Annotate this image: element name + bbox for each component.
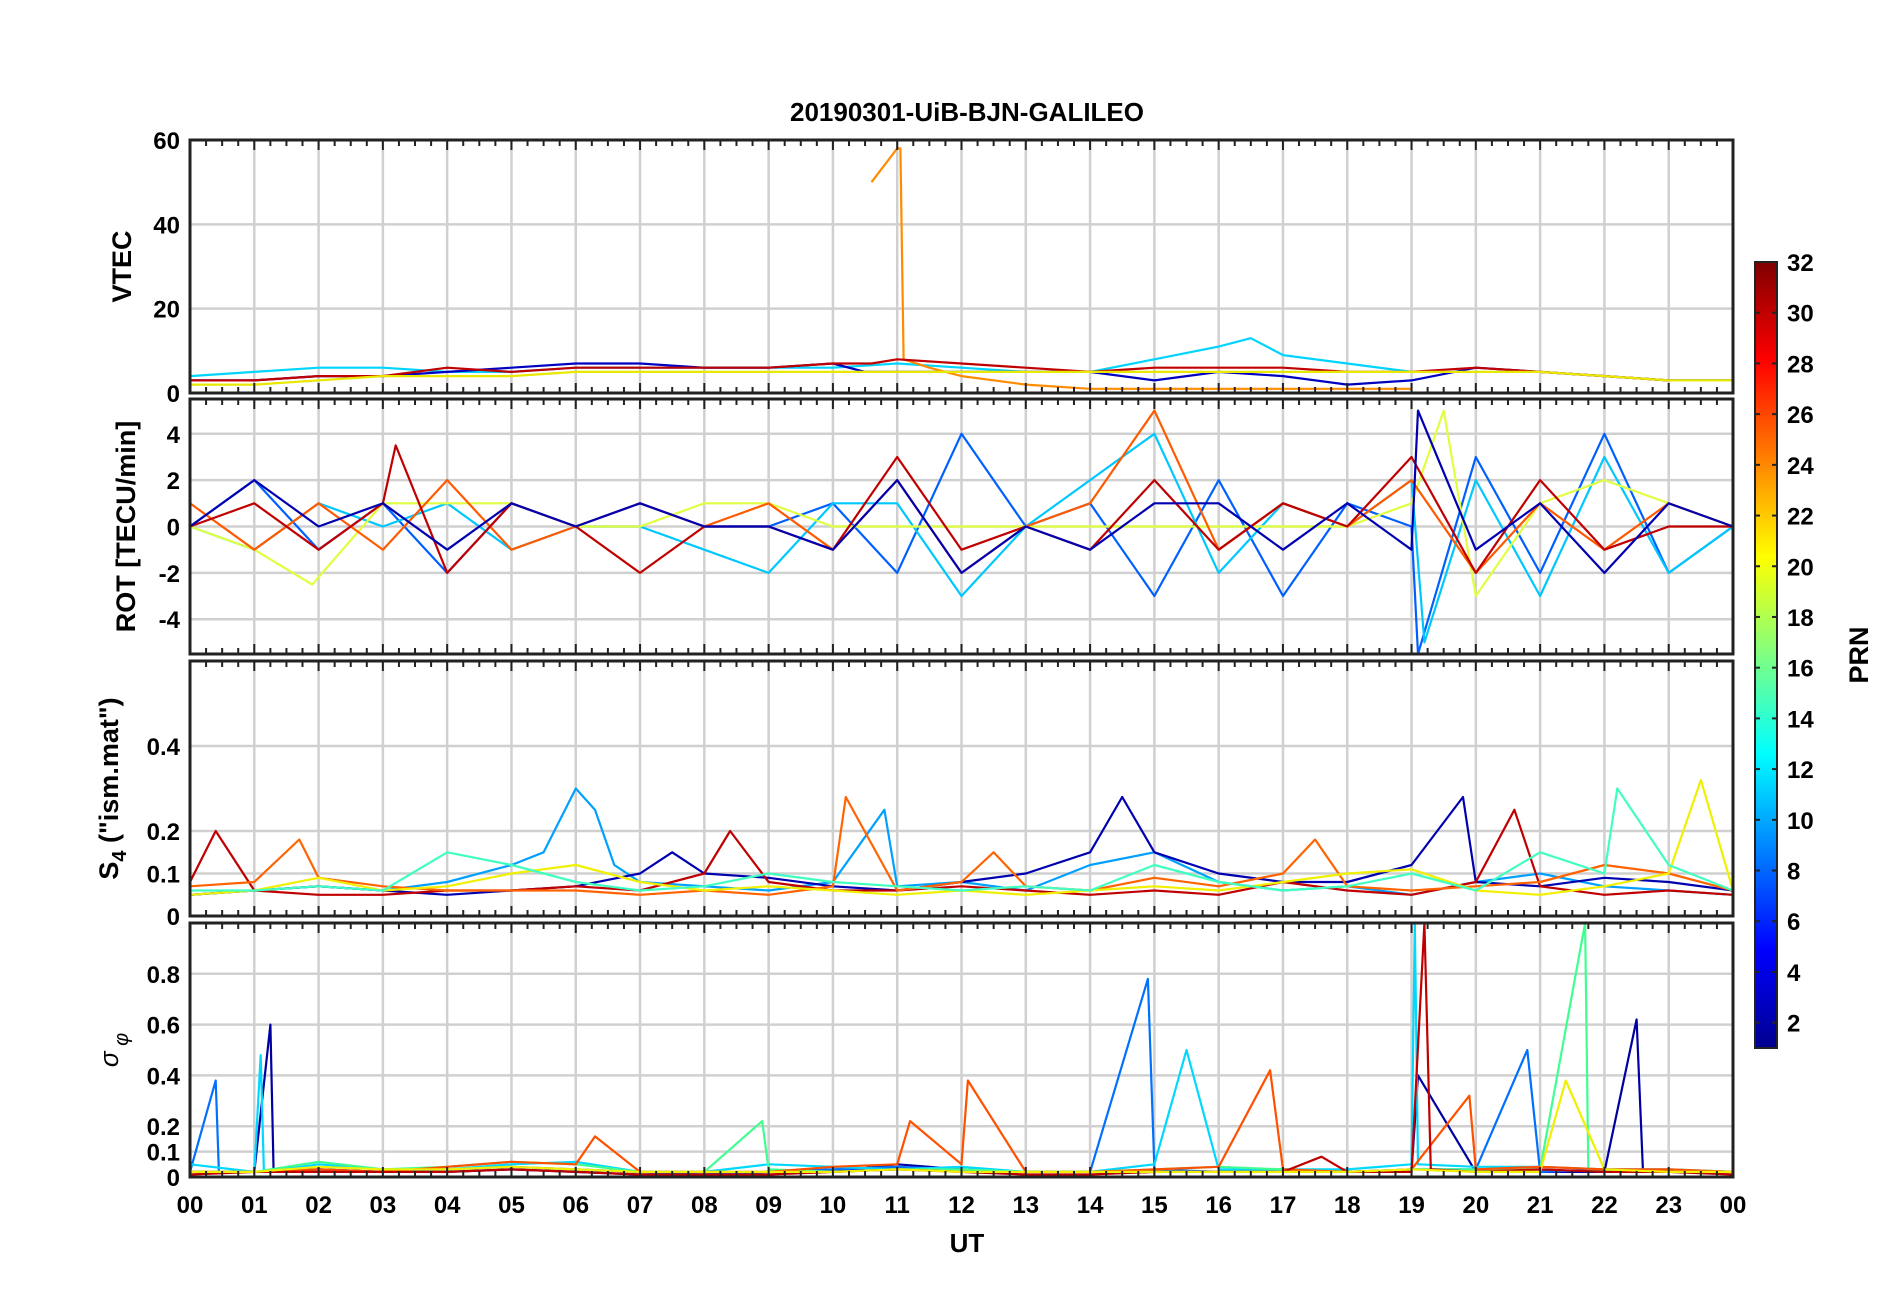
x-tick-label: 06 <box>562 1192 589 1219</box>
y-tick-label: 0 <box>167 904 180 931</box>
x-tick-label: 16 <box>1205 1192 1232 1219</box>
y-tick-label: 40 <box>153 212 180 239</box>
x-tick-label: 01 <box>241 1192 268 1219</box>
y-tick-label: 0.8 <box>147 962 180 989</box>
x-tick-label: 20 <box>1462 1192 1489 1219</box>
x-tick-label: 18 <box>1334 1192 1361 1219</box>
figure: 0204060VTEC-4-2024ROT [TECU/min]00.10.20… <box>94 97 1874 1258</box>
y-tick-label: 4 <box>167 422 181 449</box>
colorbar: 2468101214161820222426283032PRN <box>1754 250 1874 1049</box>
colorbar-tick-label: 16 <box>1787 656 1814 683</box>
figure-title: 20190301-UiB-BJN-GALILEO <box>790 97 1144 127</box>
y-tick-label: 0.1 <box>147 1140 180 1167</box>
x-tick-label: 15 <box>1141 1192 1168 1219</box>
y-tick-label: 0 <box>167 381 180 408</box>
y-tick-label: -4 <box>159 607 181 634</box>
y-axis-label: ROT [TECU/min] <box>111 421 141 632</box>
y-axis-label: VTEC <box>107 230 137 302</box>
y-tick-label: 0.1 <box>147 862 180 889</box>
colorbar-tick-label: 12 <box>1787 757 1814 784</box>
colorbar-tick-label: 32 <box>1787 250 1814 277</box>
colorbar-tick-label: 10 <box>1787 808 1814 835</box>
y-tick-label: 0 <box>167 1165 180 1192</box>
colorbar-tick-label: 6 <box>1787 909 1800 936</box>
colorbar-tick-label: 4 <box>1787 960 1801 987</box>
colorbar-tick-label: 24 <box>1787 453 1814 480</box>
x-tick-labels: 00 01 02 03 04 05 06 07 08 09 10 11 12 13 14 15 16 17 18 19… <box>177 1192 1747 1219</box>
x-tick-label: 22 <box>1591 1192 1618 1219</box>
colorbar-tick-label: 2 <box>1787 1011 1800 1038</box>
colorbar-tick-label: 30 <box>1787 301 1814 328</box>
x-tick-label: 04 <box>434 1192 461 1219</box>
y-tick-label: 0.6 <box>147 1013 180 1040</box>
x-axis-label: UT <box>950 1228 985 1258</box>
y-tick-label: -2 <box>159 561 180 588</box>
panel-rot: -4 -2 0 2 4 ROT [TECU/min] <box>111 397 1735 656</box>
y-tick-label: 0.4 <box>147 734 181 761</box>
x-tick-label: 07 <box>627 1192 654 1219</box>
x-tick-label: 00 <box>177 1192 204 1219</box>
x-tick-label: 09 <box>755 1192 782 1219</box>
colorbar-tick-label: 20 <box>1787 554 1814 581</box>
series-line-prn-11 <box>190 337 1412 378</box>
y-tick-label: 0.2 <box>147 819 180 846</box>
y-tick-label: 0 <box>167 515 180 542</box>
x-tick-label: 19 <box>1398 1192 1425 1219</box>
y-tick-label: 0.2 <box>147 1114 180 1141</box>
x-tick-label: 17 <box>1270 1192 1297 1219</box>
x-tick-label: 03 <box>370 1192 397 1219</box>
colorbar-tick-label: 22 <box>1787 504 1814 531</box>
y-tick-label: 20 <box>153 297 180 324</box>
y-axis-label: σ φ <box>94 1033 133 1067</box>
colorbar-tick-label: 14 <box>1787 706 1814 733</box>
y-tick-label: 0.4 <box>147 1063 181 1090</box>
panel-s4: 0 0.1 0.2 0.4 S4 ("ism.mat") <box>94 659 1735 931</box>
x-tick-label: 13 <box>1012 1192 1039 1219</box>
panel-sigma_phi: 00.10.2 0.4 0.6 0.8 σ φ <box>94 921 1735 1192</box>
x-tick-label: 23 <box>1655 1192 1682 1219</box>
series-line-prn-24 <box>870 147 1412 390</box>
x-tick-label: 00 <box>1720 1192 1747 1219</box>
colorbar-tick-label: 8 <box>1787 859 1800 886</box>
x-tick-label: 21 <box>1527 1192 1554 1219</box>
x-tick-label: 05 <box>498 1192 525 1219</box>
x-tick-label: 10 <box>820 1192 847 1219</box>
x-tick-label: 14 <box>1077 1192 1104 1219</box>
colorbar-tick-label: 18 <box>1787 605 1814 632</box>
x-tick-label: 12 <box>948 1192 975 1219</box>
x-tick-label: 08 <box>691 1192 718 1219</box>
y-tick-label: 60 <box>153 128 180 155</box>
colorbar-tick-label: 28 <box>1787 351 1814 378</box>
y-tick-label: 2 <box>167 468 180 495</box>
colorbar-gradient <box>1754 261 1778 1049</box>
panels: 0204060VTEC-4-2024ROT [TECU/min]00.10.20… <box>94 128 1735 1192</box>
x-tick-label: 02 <box>305 1192 332 1219</box>
x-tick-label: 11 <box>885 1192 910 1219</box>
colorbar-label: PRN <box>1844 626 1874 683</box>
y-axis-label: S4 ("ism.mat") <box>94 697 131 879</box>
colorbar-tick-label: 26 <box>1787 402 1814 429</box>
panel-vtec: 0 20 40 60 VTEC <box>107 128 1735 408</box>
